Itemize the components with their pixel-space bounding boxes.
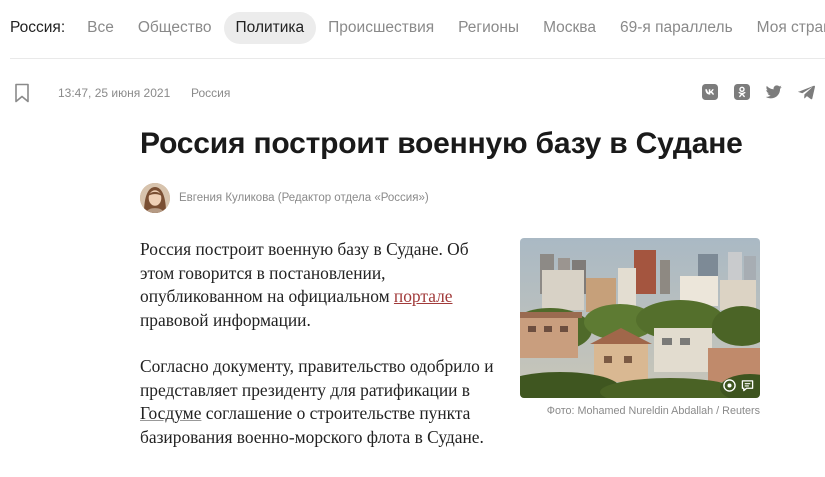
nav-item-regions[interactable]: Регионы xyxy=(446,12,531,44)
author-row: Евгения Куликова (Редактор отдела «Росси… xyxy=(140,182,429,214)
nav-item-moscow[interactable]: Москва xyxy=(531,12,608,44)
nav-item-society[interactable]: Общество xyxy=(126,12,224,44)
rubric-link[interactable]: Россия xyxy=(191,86,230,100)
article-meta: 13:47, 25 июня 2021 Россия xyxy=(0,80,825,106)
nav-section-label: Россия: xyxy=(10,19,66,36)
nav-item-politics[interactable]: Политика xyxy=(223,12,317,44)
gosduma-link[interactable]: Госдуме xyxy=(140,403,201,423)
section-nav: Россия: Все Общество Политика Происшеств… xyxy=(0,0,825,56)
nav-item-incidents[interactable]: Происшествия xyxy=(316,12,446,44)
p2-text-before: Согласно документу, правительство одобри… xyxy=(140,356,494,400)
telegram-icon[interactable] xyxy=(797,83,815,101)
nav-item-all[interactable]: Все xyxy=(75,12,126,44)
paragraph-1: Россия построит военную базу в Судане. О… xyxy=(140,238,500,332)
nav-items: Все Общество Политика Происшествия Регио… xyxy=(75,12,825,44)
author-name[interactable]: Евгения Куликова (Редактор отдела «Росси… xyxy=(179,192,429,204)
article-title: Россия построит военную базу в Судане xyxy=(140,127,743,160)
photo-caption: Фото: Mohamed Nureldin Abdallah / Reuter… xyxy=(546,405,760,417)
nav-item-my-country[interactable]: Моя страна xyxy=(745,12,825,44)
nav-item-69-parallel[interactable]: 69-я параллель xyxy=(608,12,745,44)
article-photo[interactable] xyxy=(520,238,760,398)
city-photo-illustration xyxy=(520,238,760,398)
bookmark-icon[interactable] xyxy=(14,83,30,103)
paragraph-2: Согласно документу, правительство одобри… xyxy=(140,355,500,449)
author-avatar[interactable] xyxy=(140,183,170,213)
portal-link[interactable]: портале xyxy=(394,286,453,306)
article-body: Россия построит военную базу в Судане. О… xyxy=(140,238,500,472)
p1-text-after: правовой информации. xyxy=(140,309,311,330)
twitter-icon[interactable] xyxy=(765,83,783,101)
photo-comment-icon[interactable] xyxy=(740,378,754,392)
nav-divider xyxy=(10,58,825,59)
publish-timestamp: 13:47, 25 июня 2021 xyxy=(58,86,171,100)
photo-info-icon[interactable] xyxy=(722,378,736,392)
odnoklassniki-icon[interactable] xyxy=(733,83,751,101)
photo-controls xyxy=(722,378,754,392)
vk-icon[interactable] xyxy=(701,83,719,101)
share-buttons xyxy=(701,83,815,101)
